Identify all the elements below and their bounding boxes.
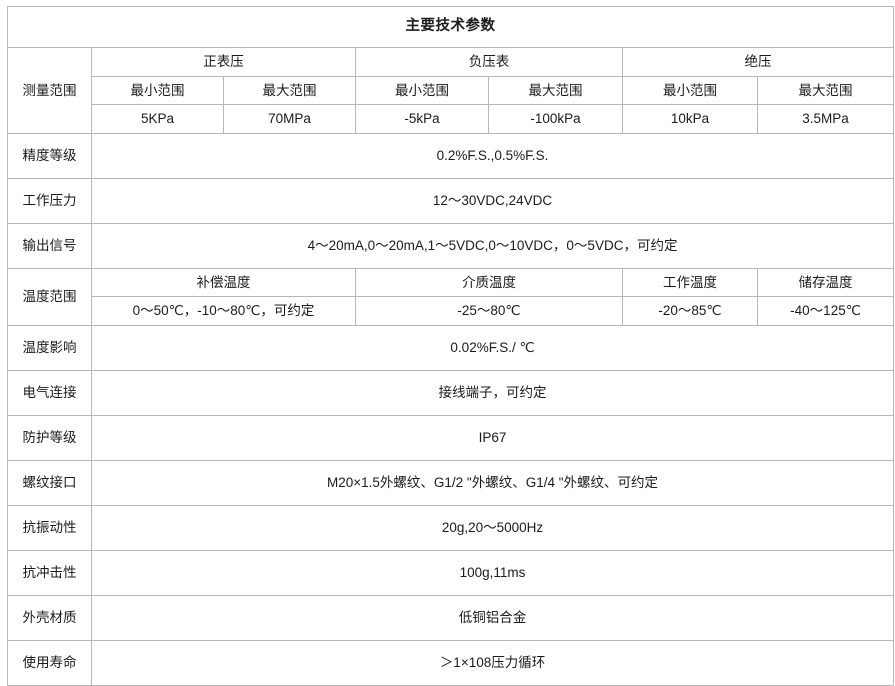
row-value-working-pressure: 12～30VDC,24VDC	[90, 177, 895, 224]
row-label-shock-resistance: 抗冲击性	[7, 549, 92, 596]
table-row: 输出信号 4～20mA,0～20mA,1～5VDC,0～10VDC，0～5VDC…	[7, 222, 895, 269]
table-row: 工作压力 12～30VDC,24VDC	[7, 177, 895, 224]
row-label-measurement-range: 测量范围	[7, 47, 92, 134]
row-label-housing-material: 外壳材质	[7, 594, 92, 641]
subheader-storage-temperature: 储存温度	[756, 267, 895, 298]
value-positive-max: 70MPa	[223, 104, 356, 134]
measurement-group-header-row: 测量范围 正表压 负压表 绝压	[7, 47, 895, 134]
subheader-negative-max: 最大范围	[488, 75, 623, 106]
subheader-positive-max: 最大范围	[223, 75, 356, 106]
table-title-row: 主要技术参数	[6, 6, 895, 48]
subheader-compensation-temperature: 补偿温度	[91, 267, 356, 298]
row-label-accuracy-class: 精度等级	[7, 132, 92, 179]
technical-parameters-table: 主要技术参数 测量范围 正表压 负压表 绝压 最小范围 最大范围 最小范围 最大…	[6, 6, 895, 686]
value-negative-min: -5kPa	[355, 104, 489, 134]
row-label-protection-grade: 防护等级	[7, 414, 92, 461]
row-value-output-signal: 4～20mA,0～20mA,1～5VDC,0～10VDC，0～5VDC，可约定	[90, 222, 895, 269]
row-value-housing-material: 低铜铝合金	[90, 594, 895, 641]
row-value-temperature-effect: 0.02%F.S./ ℃	[90, 324, 895, 371]
group-header-absolute-pressure: 绝压	[621, 47, 895, 77]
table-row: 防护等级 IP67	[7, 414, 895, 461]
row-value-vibration-resistance: 20g,20～5000Hz	[90, 504, 895, 551]
row-label-vibration-resistance: 抗振动性	[7, 504, 92, 551]
measurement-subheader-row: 最小范围 最大范围 最小范围 最大范围 最小范围 最大范围	[8, 75, 895, 106]
row-label-temperature-effect: 温度影响	[7, 324, 92, 371]
subheader-negative-min: 最小范围	[355, 75, 489, 106]
value-working-temperature: -20～85℃	[622, 296, 758, 326]
row-value-thread-interface: M20×1.5外螺纹、G1/2 "外螺纹、G1/4 "外螺纹、可约定	[90, 459, 895, 506]
table-row: 电气连接 接线端子，可约定	[7, 369, 895, 416]
table-row: 抗冲击性 100g,11ms	[7, 549, 895, 596]
subheader-working-temperature: 工作温度	[622, 267, 758, 298]
temperature-subheader-row: 温度范围 补偿温度 介质温度 工作温度 储存温度	[7, 267, 895, 326]
row-label-output-signal: 输出信号	[7, 222, 92, 269]
value-positive-min: 5KPa	[91, 104, 224, 134]
value-absolute-min: 10kPa	[622, 104, 758, 134]
value-storage-temperature: -40～125℃	[756, 296, 895, 326]
page-title: 主要技术参数	[6, 6, 895, 48]
row-value-accuracy-class: 0.2%F.S.,0.5%F.S.	[90, 132, 895, 179]
subheader-medium-temperature: 介质温度	[355, 267, 623, 298]
table-row: 温度影响 0.02%F.S./ ℃	[7, 324, 895, 371]
row-label-electrical-connection: 电气连接	[7, 369, 92, 416]
temperature-values-row: 0～50℃，-10～80℃，可约定 -25～80℃ -20～85℃ -40～12…	[8, 296, 895, 326]
table-row: 使用寿命 ＞1×108压力循环	[7, 639, 895, 686]
subheader-absolute-min: 最小范围	[622, 75, 758, 106]
row-label-service-life: 使用寿命	[7, 639, 92, 686]
table-row: 精度等级 0.2%F.S.,0.5%F.S.	[7, 132, 895, 179]
row-label-working-pressure: 工作压力	[7, 177, 92, 224]
row-label-temperature-range: 温度范围	[7, 267, 92, 326]
row-label-thread-interface: 螺纹接口	[7, 459, 92, 506]
row-value-service-life: ＞1×108压力循环	[90, 639, 895, 686]
value-compensation-temperature: 0～50℃，-10～80℃，可约定	[91, 296, 356, 326]
row-value-protection-grade: IP67	[90, 414, 895, 461]
value-absolute-max: 3.5MPa	[756, 104, 895, 134]
table-row: 螺纹接口 M20×1.5外螺纹、G1/2 "外螺纹、G1/4 "外螺纹、可约定	[7, 459, 895, 506]
value-medium-temperature: -25～80℃	[355, 296, 623, 326]
table-row: 抗振动性 20g,20～5000Hz	[7, 504, 895, 551]
value-negative-max: -100kPa	[488, 104, 623, 134]
subheader-positive-min: 最小范围	[91, 75, 224, 106]
measurement-values-row: 5KPa 70MPa -5kPa -100kPa 10kPa 3.5MPa	[8, 104, 895, 134]
group-header-negative-pressure-gauge: 负压表	[355, 47, 623, 77]
group-header-positive-gauge-pressure: 正表压	[91, 47, 356, 77]
table-row: 外壳材质 低铜铝合金	[7, 594, 895, 641]
row-value-electrical-connection: 接线端子，可约定	[90, 369, 895, 416]
subheader-absolute-max: 最大范围	[756, 75, 895, 106]
spec-sheet: 主要技术参数 测量范围 正表压 负压表 绝压 最小范围 最大范围 最小范围 最大…	[0, 0, 895, 686]
row-value-shock-resistance: 100g,11ms	[90, 549, 895, 596]
